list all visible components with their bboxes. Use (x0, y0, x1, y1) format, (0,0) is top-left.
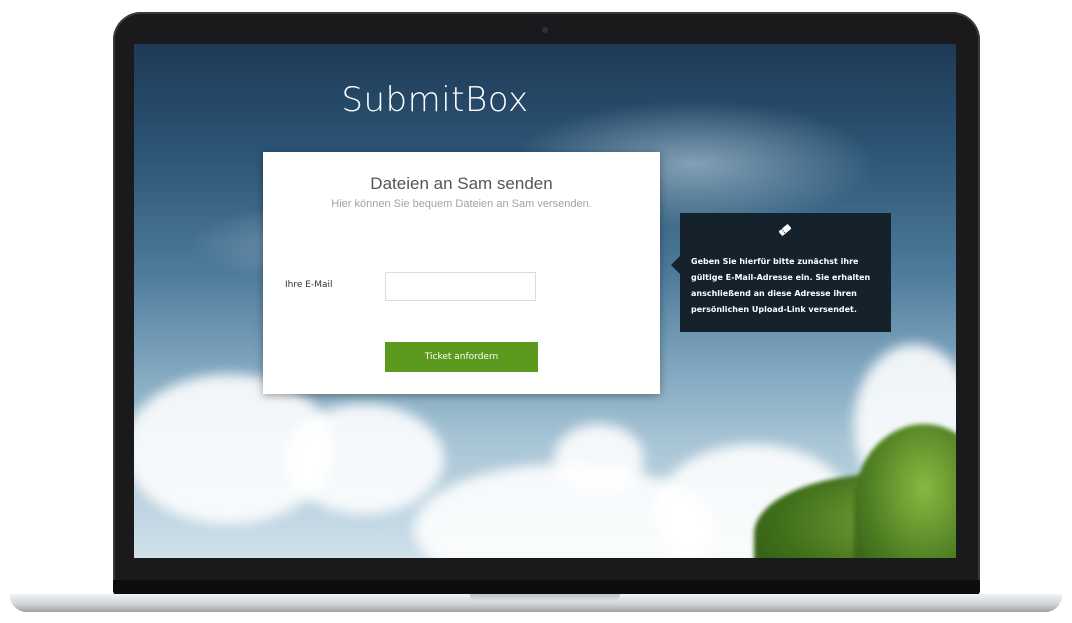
ticket-card: Dateien an Sam senden Hier können Sie be… (263, 152, 660, 394)
request-ticket-button[interactable]: Ticket anfordern (385, 342, 538, 372)
ticket-icon (777, 222, 793, 238)
app-screen: SubmitBox Dateien an Sam senden Hier kön… (134, 44, 956, 558)
card-title: Dateien an Sam senden (370, 174, 553, 193)
email-input[interactable] (385, 272, 536, 301)
brand-title: SubmitBox (341, 80, 529, 120)
info-tooltip: Geben Sie hierfür bitte zunächst ihre gü… (680, 213, 891, 332)
email-label: Ihre E-Mail (285, 280, 333, 290)
cloud-decoration (284, 404, 444, 514)
tooltip-arrow (671, 256, 680, 274)
tooltip-text: Geben Sie hierfür bitte zunächst ihre gü… (691, 257, 871, 314)
camera-icon (542, 27, 548, 33)
card-subtitle: Hier können Sie bequem Dateien an Sam ve… (331, 198, 592, 210)
laptop-notch (470, 594, 620, 602)
